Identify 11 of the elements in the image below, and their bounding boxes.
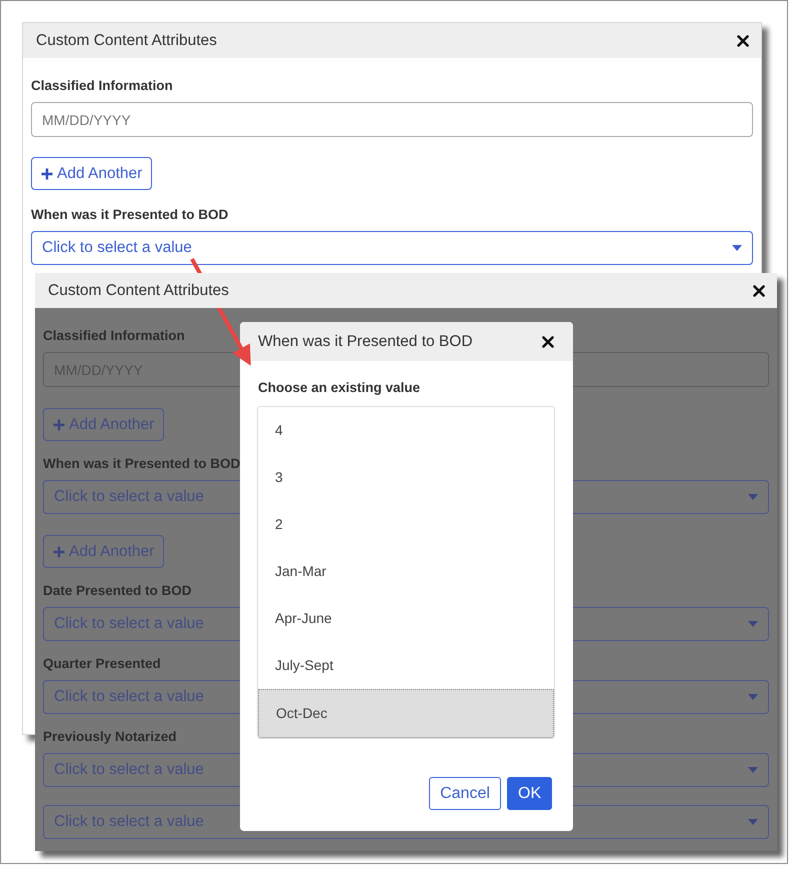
- field-label: Quarter Presented: [43, 656, 161, 672]
- field-label: Classified Information: [31, 78, 173, 94]
- field-label: When was it Presented to BOD: [43, 456, 240, 472]
- field-label: Previously Notarized: [43, 729, 177, 745]
- field-label: Classified Information: [43, 328, 185, 344]
- prompt-label: Choose an existing value: [258, 380, 422, 396]
- field-label: When was it Presented to BOD: [31, 207, 228, 223]
- dialog-title: When was it Presented to BOD: [258, 332, 473, 350]
- field-label: Date Presented to BOD: [43, 583, 192, 599]
- dialog-title: Custom Content Attributes: [48, 282, 229, 300]
- dialog-title: Custom Content Attributes: [36, 32, 217, 50]
